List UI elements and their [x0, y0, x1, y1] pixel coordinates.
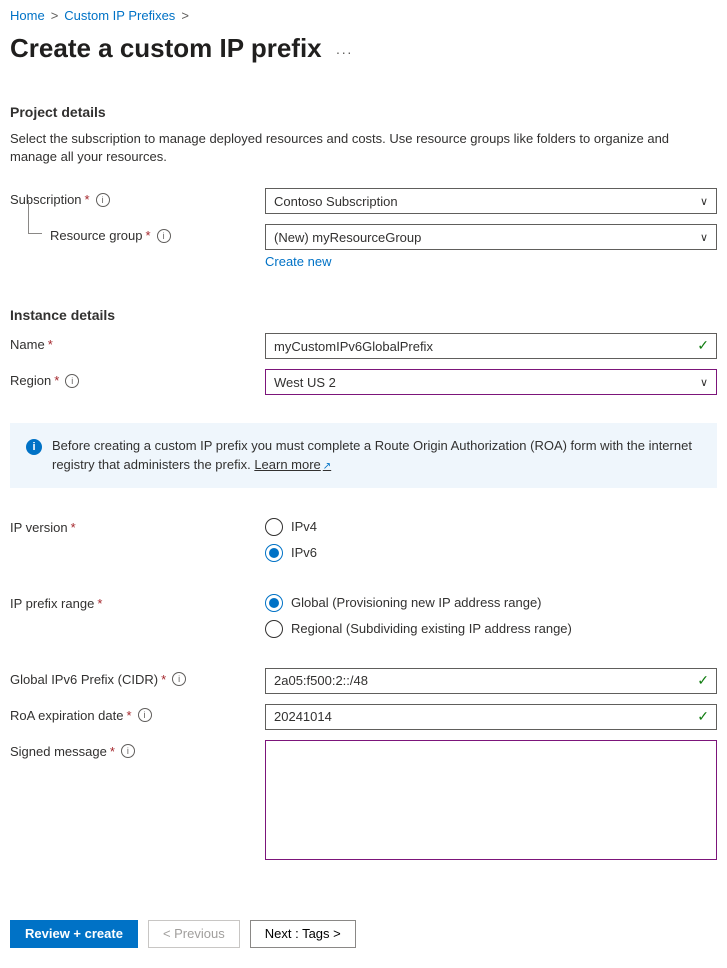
region-label: Region: [10, 373, 51, 388]
ipv4-label: IPv4: [291, 519, 317, 534]
subscription-label: Subscription: [10, 192, 82, 207]
subscription-value: Contoso Subscription: [274, 194, 398, 209]
ip-version-label: IP version: [10, 520, 68, 535]
ip-prefix-range-label: IP prefix range: [10, 596, 94, 611]
instance-details-heading: Instance details: [10, 307, 717, 323]
region-value: West US 2: [274, 375, 336, 390]
more-icon[interactable]: ···: [336, 44, 353, 60]
required-icon: *: [161, 672, 166, 687]
subscription-select[interactable]: Contoso Subscription ∨: [265, 188, 717, 214]
range-regional-label: Regional (Subdividing existing IP addres…: [291, 621, 572, 636]
ipv4-radio[interactable]: [265, 518, 283, 536]
breadcrumb: Home > Custom IP Prefixes >: [10, 8, 717, 23]
create-new-link[interactable]: Create new: [265, 254, 331, 269]
chevron-down-icon: ∨: [700, 376, 708, 389]
info-icon[interactable]: i: [138, 708, 152, 722]
check-icon: ✓: [697, 337, 709, 354]
wizard-footer: Review + create < Previous Next : Tags >: [10, 920, 717, 948]
info-icon[interactable]: i: [65, 374, 79, 388]
cidr-label: Global IPv6 Prefix (CIDR): [10, 672, 158, 687]
range-regional-radio[interactable]: [265, 620, 283, 638]
next-button[interactable]: Next : Tags >: [250, 920, 356, 948]
check-icon: ✓: [697, 672, 709, 689]
project-details-desc: Select the subscription to manage deploy…: [10, 130, 717, 166]
resource-group-label: Resource group: [50, 228, 143, 243]
info-icon[interactable]: i: [96, 193, 110, 207]
breadcrumb-custom-ip-prefixes[interactable]: Custom IP Prefixes: [64, 8, 175, 23]
chevron-right-icon: >: [51, 8, 59, 23]
name-input[interactable]: [265, 333, 717, 359]
info-icon[interactable]: i: [121, 744, 135, 758]
range-global-label: Global (Provisioning new IP address rang…: [291, 595, 542, 610]
required-icon: *: [85, 192, 90, 207]
required-icon: *: [110, 744, 115, 759]
info-icon: i: [26, 439, 42, 455]
required-icon: *: [97, 596, 102, 611]
required-icon: *: [146, 228, 151, 243]
name-label: Name: [10, 337, 45, 352]
required-icon: *: [48, 337, 53, 352]
external-link-icon: ↗: [323, 461, 331, 472]
range-global-radio[interactable]: [265, 594, 283, 612]
required-icon: *: [126, 708, 131, 723]
chevron-right-icon: >: [181, 8, 189, 23]
signed-message-input[interactable]: [265, 740, 717, 860]
signed-message-label: Signed message: [10, 744, 107, 759]
previous-button[interactable]: < Previous: [148, 920, 240, 948]
check-icon: ✓: [697, 708, 709, 725]
info-icon[interactable]: i: [172, 672, 186, 686]
breadcrumb-home[interactable]: Home: [10, 8, 45, 23]
info-icon[interactable]: i: [157, 229, 171, 243]
review-create-button[interactable]: Review + create: [10, 920, 138, 948]
required-icon: *: [71, 520, 76, 535]
cidr-input[interactable]: [265, 668, 717, 694]
tree-line-icon: [28, 200, 42, 234]
roa-date-input[interactable]: [265, 704, 717, 730]
ipv6-radio[interactable]: [265, 544, 283, 562]
resource-group-select[interactable]: (New) myResourceGroup ∨: [265, 224, 717, 250]
learn-more-link[interactable]: Learn more↗: [254, 457, 331, 472]
roa-date-label: RoA expiration date: [10, 708, 123, 723]
chevron-down-icon: ∨: [700, 195, 708, 208]
required-icon: *: [54, 373, 59, 388]
region-select[interactable]: West US 2 ∨: [265, 369, 717, 395]
ipv6-label: IPv6: [291, 545, 317, 560]
resource-group-value: (New) myResourceGroup: [274, 230, 421, 245]
chevron-down-icon: ∨: [700, 231, 708, 244]
roa-info-box: i Before creating a custom IP prefix you…: [10, 423, 717, 487]
page-title: Create a custom IP prefix: [10, 33, 322, 64]
roa-info-text: Before creating a custom IP prefix you m…: [52, 438, 692, 471]
project-details-heading: Project details: [10, 104, 717, 120]
